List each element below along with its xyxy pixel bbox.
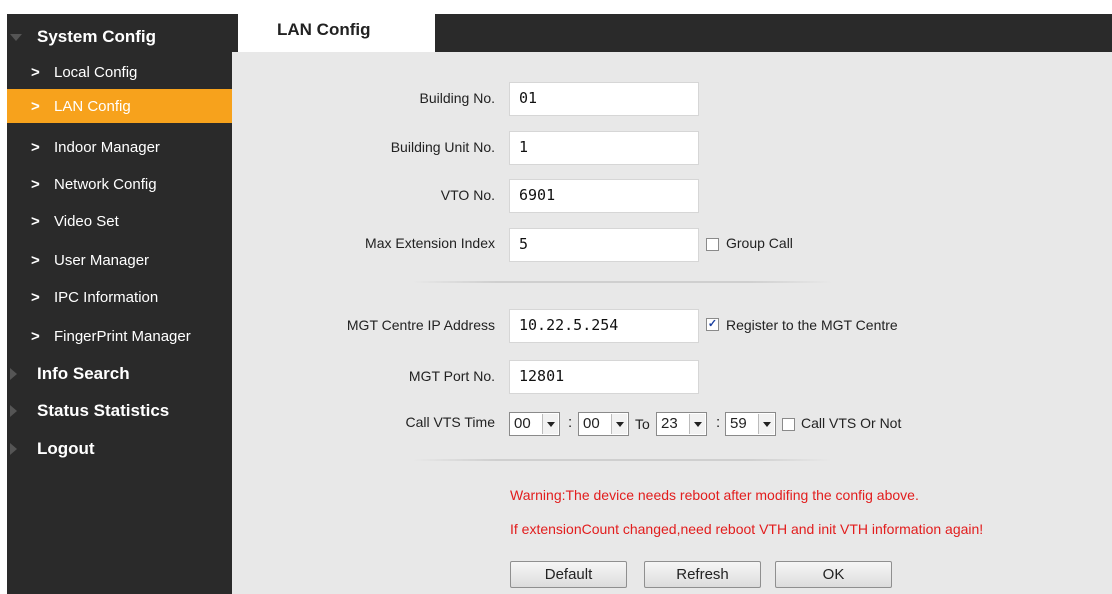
call-vts-time-label: Call VTS Time bbox=[405, 414, 495, 430]
sidebar-group-info-search[interactable]: Info Search bbox=[7, 355, 232, 393]
chevron-right-icon: > bbox=[31, 63, 40, 81]
dropdown-arrow-icon bbox=[542, 414, 558, 434]
sidebar-group-label: Info Search bbox=[37, 364, 130, 383]
register-mgt-checkbox[interactable]: ✓ bbox=[706, 318, 719, 331]
section-divider bbox=[412, 281, 832, 283]
building-no-label: Building No. bbox=[419, 90, 496, 106]
tab-bar: LAN Config bbox=[232, 14, 1112, 52]
to-label: To bbox=[635, 416, 650, 432]
mgt-port-label: MGT Port No. bbox=[408, 368, 495, 384]
sidebar-item-ipc-information[interactable]: > IPC Information bbox=[7, 280, 232, 314]
max-extension-index-label: Max Extension Index bbox=[365, 235, 495, 251]
sidebar-group-status-statistics[interactable]: Status Statistics bbox=[7, 392, 232, 430]
mgt-port-input[interactable]: 12801 bbox=[509, 360, 699, 394]
sidebar-group-label: System Config bbox=[37, 27, 157, 46]
reboot-warning: Warning:The device needs reboot after mo… bbox=[510, 487, 919, 503]
sidebar-item-label: FingerPrint Manager bbox=[54, 327, 191, 345]
start-minute-select[interactable]: 00 bbox=[578, 412, 629, 436]
chevron-right-icon: > bbox=[31, 97, 40, 115]
sidebar: System Config > Local Config > LAN Confi… bbox=[7, 14, 232, 594]
triangle-right-icon bbox=[10, 405, 17, 417]
chevron-right-icon: > bbox=[31, 212, 40, 230]
dropdown-arrow-icon bbox=[758, 414, 774, 434]
sidebar-item-lan-config[interactable]: > LAN Config bbox=[7, 89, 232, 123]
sidebar-item-label: LAN Config bbox=[54, 97, 131, 115]
building-no-input[interactable]: 01 bbox=[509, 82, 699, 116]
vto-no-label: VTO No. bbox=[440, 187, 495, 203]
sidebar-group-label: Status Statistics bbox=[37, 401, 170, 420]
extension-warning: If extensionCount changed,need reboot VT… bbox=[510, 521, 984, 537]
sidebar-group-label: Logout bbox=[37, 439, 95, 458]
building-unit-no-label: Building Unit No. bbox=[390, 139, 495, 155]
sidebar-item-network-config[interactable]: > Network Config bbox=[7, 167, 232, 201]
sidebar-item-label: User Manager bbox=[54, 251, 150, 269]
vto-no-input[interactable]: 6901 bbox=[509, 179, 699, 213]
sidebar-item-label: Local Config bbox=[54, 63, 138, 81]
register-mgt-label: Register to the MGT Centre bbox=[726, 317, 898, 333]
lan-config-panel: Building No. 01 Building Unit No. 1 VTO … bbox=[232, 52, 1112, 594]
sidebar-group-system-config[interactable]: System Config bbox=[7, 18, 232, 56]
call-vts-label: Call VTS Or Not bbox=[801, 415, 902, 431]
default-button[interactable]: Default bbox=[510, 561, 627, 588]
sidebar-item-video-set[interactable]: > Video Set bbox=[7, 204, 232, 238]
chevron-right-icon: > bbox=[31, 138, 40, 156]
call-vts-checkbox[interactable] bbox=[782, 418, 795, 431]
triangle-right-icon bbox=[10, 443, 17, 455]
sidebar-item-label: IPC Information bbox=[54, 288, 159, 306]
dropdown-arrow-icon bbox=[689, 414, 705, 434]
sidebar-group-logout[interactable]: Logout bbox=[7, 430, 232, 468]
sidebar-item-indoor-manager[interactable]: > Indoor Manager bbox=[7, 130, 232, 164]
sidebar-item-user-manager[interactable]: > User Manager bbox=[7, 243, 232, 277]
sidebar-item-label: Network Config bbox=[54, 175, 157, 193]
sidebar-item-fingerprint-manager[interactable]: > FingerPrint Manager bbox=[7, 319, 232, 353]
chevron-right-icon: > bbox=[31, 288, 40, 306]
building-unit-no-input[interactable]: 1 bbox=[509, 131, 699, 165]
sidebar-item-label: Indoor Manager bbox=[54, 138, 160, 156]
dropdown-arrow-icon bbox=[611, 414, 627, 434]
mgt-ip-label: MGT Centre IP Address bbox=[346, 317, 495, 333]
group-call-checkbox[interactable] bbox=[706, 238, 719, 251]
chevron-right-icon: > bbox=[31, 251, 40, 269]
chevron-right-icon: > bbox=[31, 175, 40, 193]
triangle-down-icon bbox=[10, 33, 22, 41]
sidebar-item-local-config[interactable]: > Local Config bbox=[7, 55, 232, 89]
ok-button[interactable]: OK bbox=[775, 561, 892, 588]
start-hour-select[interactable]: 00 bbox=[509, 412, 560, 436]
refresh-button[interactable]: Refresh bbox=[644, 561, 761, 588]
mgt-ip-input[interactable]: 10.22.5.254 bbox=[509, 309, 699, 343]
time-separator: : bbox=[568, 414, 573, 431]
time-separator: : bbox=[716, 414, 721, 431]
tab-lan-config[interactable]: LAN Config bbox=[238, 14, 435, 52]
checkmark-icon: ✓ bbox=[707, 318, 718, 330]
max-extension-index-input[interactable]: 5 bbox=[509, 228, 699, 262]
chevron-right-icon: > bbox=[31, 327, 40, 345]
triangle-right-icon bbox=[10, 368, 17, 380]
sidebar-item-label: Video Set bbox=[54, 212, 119, 230]
group-call-label: Group Call bbox=[726, 235, 793, 251]
end-minute-select[interactable]: 59 bbox=[725, 412, 776, 436]
end-hour-select[interactable]: 23 bbox=[656, 412, 707, 436]
section-divider bbox=[412, 459, 832, 461]
